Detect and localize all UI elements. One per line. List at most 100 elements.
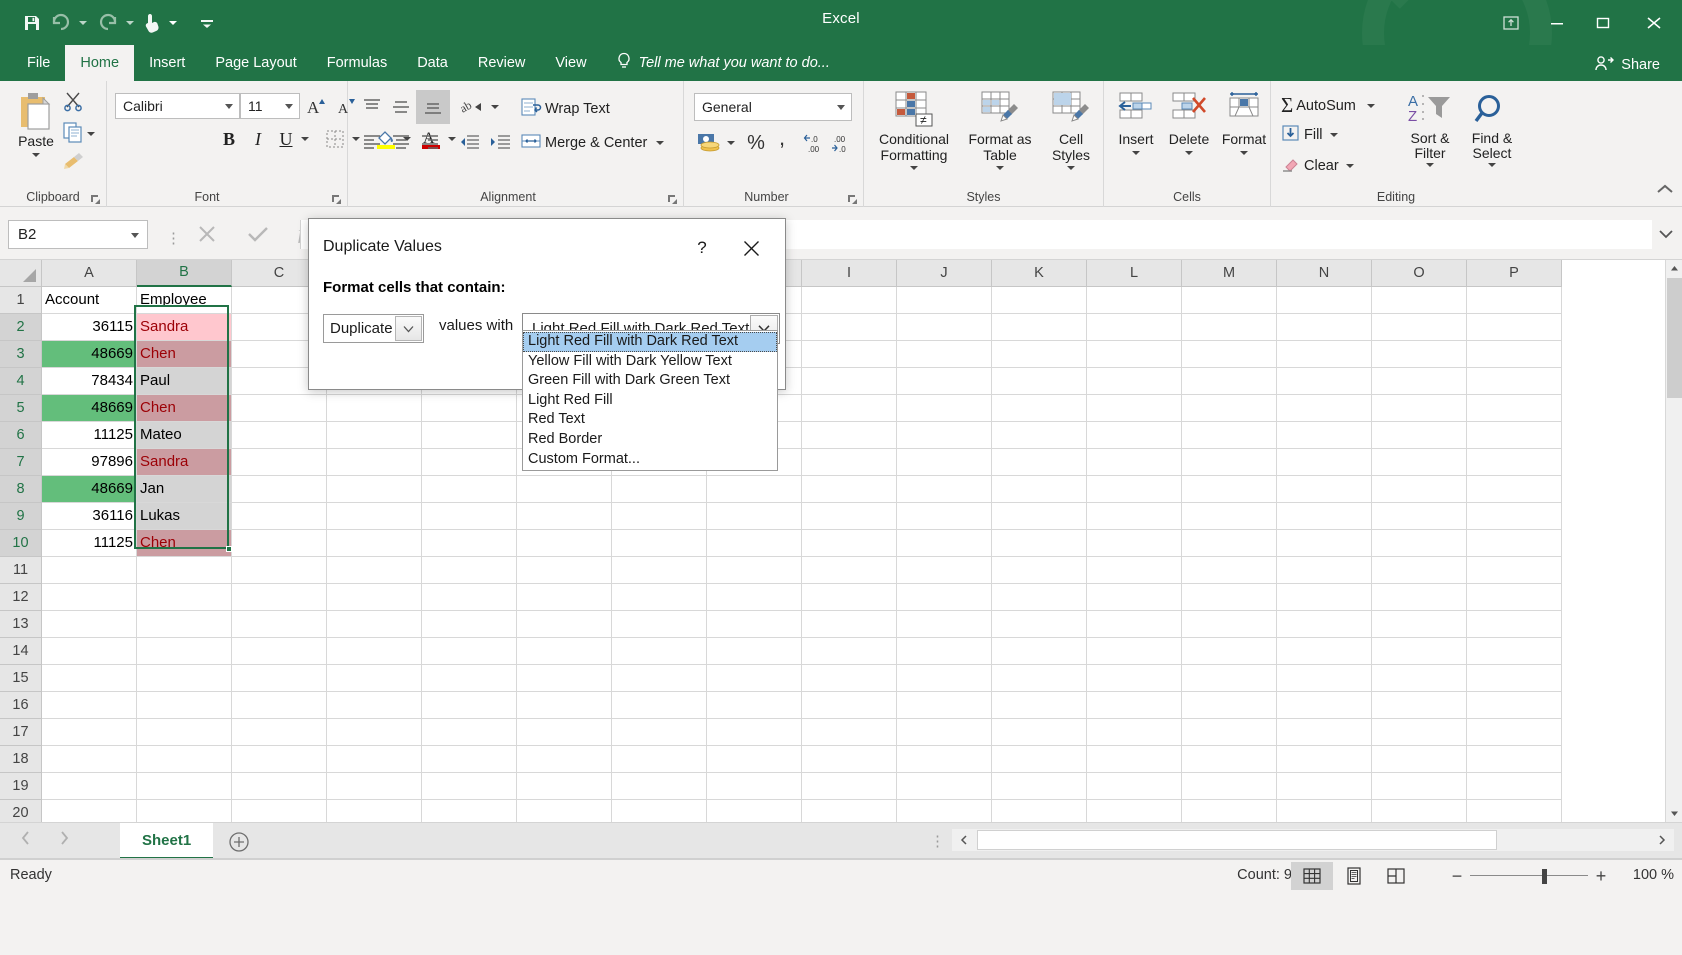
cell-M14[interactable] bbox=[1182, 638, 1277, 665]
zoom-out-button[interactable]: − bbox=[1444, 864, 1470, 888]
cell-O15[interactable] bbox=[1372, 665, 1467, 692]
cell-I15[interactable] bbox=[802, 665, 897, 692]
cell-E7[interactable] bbox=[422, 449, 517, 476]
cell-D17[interactable] bbox=[327, 719, 422, 746]
cell-L14[interactable] bbox=[1087, 638, 1182, 665]
cell-E19[interactable] bbox=[422, 773, 517, 800]
table-row[interactable] bbox=[42, 773, 1562, 800]
alignment-dialog-launcher[interactable] bbox=[667, 192, 678, 203]
row-header-4[interactable]: 4 bbox=[0, 368, 42, 395]
cell-E18[interactable] bbox=[422, 746, 517, 773]
cell-L12[interactable] bbox=[1087, 584, 1182, 611]
cell-A16[interactable] bbox=[42, 692, 137, 719]
format-cells-button[interactable]: Format bbox=[1216, 87, 1272, 155]
cell-H16[interactable] bbox=[707, 692, 802, 719]
underline-dropdown-icon[interactable] bbox=[298, 126, 312, 152]
table-row[interactable]: AccountEmployee bbox=[42, 287, 1562, 314]
cell-L18[interactable] bbox=[1087, 746, 1182, 773]
cell-D11[interactable] bbox=[327, 557, 422, 584]
close-icon[interactable] bbox=[1626, 0, 1682, 45]
format-as-table-dropdown-icon[interactable] bbox=[996, 166, 1004, 170]
dialog-close-button[interactable] bbox=[735, 233, 767, 263]
align-bottom-button[interactable] bbox=[416, 90, 450, 124]
font-dialog-launcher[interactable] bbox=[331, 192, 342, 203]
cell-L6[interactable] bbox=[1087, 422, 1182, 449]
cell-N16[interactable] bbox=[1277, 692, 1372, 719]
cell-H18[interactable] bbox=[707, 746, 802, 773]
cell-K5[interactable] bbox=[992, 395, 1087, 422]
cell-G20[interactable] bbox=[612, 800, 707, 822]
cell-M6[interactable] bbox=[1182, 422, 1277, 449]
cell-A2[interactable]: 36115 bbox=[42, 314, 137, 341]
cell-P6[interactable] bbox=[1467, 422, 1562, 449]
cell-L17[interactable] bbox=[1087, 719, 1182, 746]
cell-K8[interactable] bbox=[992, 476, 1087, 503]
cell-I14[interactable] bbox=[802, 638, 897, 665]
cell-H12[interactable] bbox=[707, 584, 802, 611]
cell-J14[interactable] bbox=[897, 638, 992, 665]
cell-F14[interactable] bbox=[517, 638, 612, 665]
cell-P19[interactable] bbox=[1467, 773, 1562, 800]
cell-J10[interactable] bbox=[897, 530, 992, 557]
cell-C8[interactable] bbox=[232, 476, 327, 503]
cell-E14[interactable] bbox=[422, 638, 517, 665]
name-box-dropdown-icon[interactable] bbox=[131, 233, 139, 238]
cell-H9[interactable] bbox=[707, 503, 802, 530]
cell-A5[interactable]: 48669 bbox=[42, 395, 137, 422]
italic-button[interactable]: I bbox=[244, 126, 272, 152]
cell-E6[interactable] bbox=[422, 422, 517, 449]
cell-C7[interactable] bbox=[232, 449, 327, 476]
cell-K16[interactable] bbox=[992, 692, 1087, 719]
column-header-N[interactable]: N bbox=[1277, 260, 1372, 287]
expand-formula-bar-icon[interactable] bbox=[1658, 227, 1674, 245]
cell-M5[interactable] bbox=[1182, 395, 1277, 422]
table-row[interactable]: 36115Sandra bbox=[42, 314, 1562, 341]
cell-A6[interactable]: 11125 bbox=[42, 422, 137, 449]
page-layout-view-icon[interactable] bbox=[1333, 862, 1375, 890]
cell-J15[interactable] bbox=[897, 665, 992, 692]
collapse-ribbon-button[interactable] bbox=[1656, 183, 1674, 202]
column-header-I[interactable]: I bbox=[802, 260, 897, 287]
cell-K1[interactable] bbox=[992, 287, 1087, 314]
cell-E20[interactable] bbox=[422, 800, 517, 822]
cell-M4[interactable] bbox=[1182, 368, 1277, 395]
cell-I17[interactable] bbox=[802, 719, 897, 746]
cell-N8[interactable] bbox=[1277, 476, 1372, 503]
zoom-slider[interactable] bbox=[1470, 864, 1588, 888]
cell-H15[interactable] bbox=[707, 665, 802, 692]
cell-I19[interactable] bbox=[802, 773, 897, 800]
tab-insert[interactable]: Insert bbox=[134, 45, 200, 81]
cell-A11[interactable] bbox=[42, 557, 137, 584]
cell-L8[interactable] bbox=[1087, 476, 1182, 503]
cell-N1[interactable] bbox=[1277, 287, 1372, 314]
cell-M15[interactable] bbox=[1182, 665, 1277, 692]
cell-L3[interactable] bbox=[1087, 341, 1182, 368]
font-name-dropdown-icon[interactable] bbox=[225, 104, 233, 109]
dropdown-option-5[interactable]: Red Border bbox=[523, 430, 777, 450]
conditional-formatting-dropdown-icon[interactable] bbox=[910, 166, 918, 170]
cell-N3[interactable] bbox=[1277, 341, 1372, 368]
cell-J16[interactable] bbox=[897, 692, 992, 719]
cell-O2[interactable] bbox=[1372, 314, 1467, 341]
cell-D8[interactable] bbox=[327, 476, 422, 503]
cell-C5[interactable] bbox=[232, 395, 327, 422]
cell-F11[interactable] bbox=[517, 557, 612, 584]
cell-B17[interactable] bbox=[137, 719, 232, 746]
cell-styles-dropdown-icon[interactable] bbox=[1067, 166, 1075, 170]
cell-E11[interactable] bbox=[422, 557, 517, 584]
zoom-in-button[interactable]: + bbox=[1588, 864, 1614, 888]
cell-H8[interactable] bbox=[707, 476, 802, 503]
cell-J8[interactable] bbox=[897, 476, 992, 503]
rule-type-dropdown-icon[interactable] bbox=[395, 316, 422, 341]
cell-C13[interactable] bbox=[232, 611, 327, 638]
tell-me-box[interactable]: Tell me what you want to do... bbox=[602, 45, 830, 81]
tab-home[interactable]: Home bbox=[65, 45, 134, 81]
conditional-formatting-button[interactable]: ≠ Conditional Formatting bbox=[870, 87, 958, 170]
cell-F19[interactable] bbox=[517, 773, 612, 800]
cell-L5[interactable] bbox=[1087, 395, 1182, 422]
column-header-J[interactable]: J bbox=[897, 260, 992, 287]
cell-G16[interactable] bbox=[612, 692, 707, 719]
cell-O4[interactable] bbox=[1372, 368, 1467, 395]
cell-A9[interactable]: 36116 bbox=[42, 503, 137, 530]
cell-M8[interactable] bbox=[1182, 476, 1277, 503]
